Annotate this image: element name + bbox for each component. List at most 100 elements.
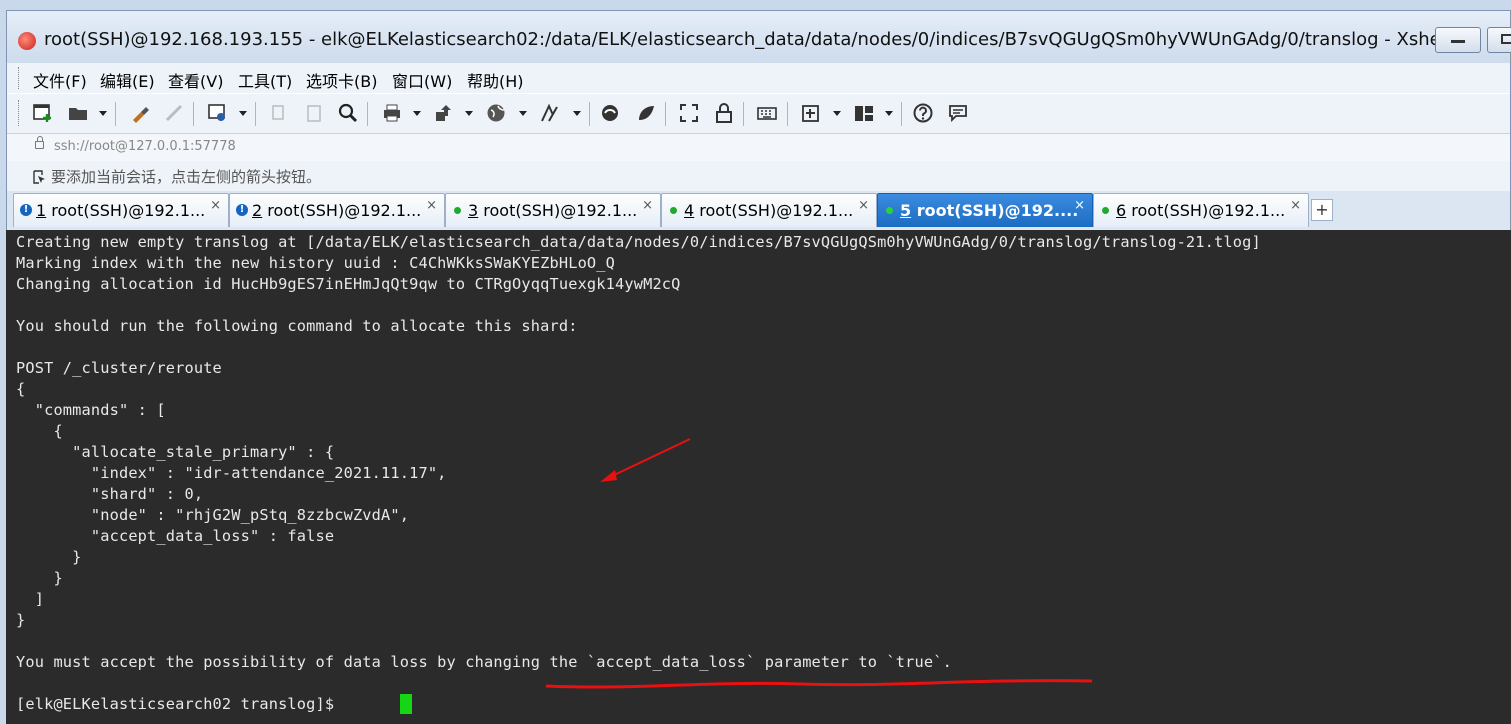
xftp-icon[interactable]	[599, 102, 621, 124]
tab-session-3[interactable]: 3 root(SSH)@192.1... ×	[445, 193, 661, 227]
menu-tab[interactable]: 选项卡(B)	[306, 68, 377, 92]
tab-close-icon[interactable]: ×	[426, 198, 437, 213]
add-session-arrow-icon[interactable]	[32, 170, 46, 184]
menu-edit[interactable]: 编辑(E)	[100, 68, 155, 92]
connected-status-icon	[1102, 207, 1109, 214]
new-tab-button[interactable]: +	[1311, 199, 1333, 221]
terminal-cursor	[400, 694, 412, 714]
tab-close-icon[interactable]: ×	[210, 198, 221, 213]
properties-icon[interactable]	[207, 102, 229, 124]
minimize-button[interactable]	[1435, 27, 1481, 53]
terminal-line: {	[16, 422, 63, 440]
terminal-line: }	[16, 611, 26, 629]
paste-icon[interactable]	[303, 102, 325, 124]
toolbar-separator	[255, 102, 256, 126]
terminal-line: Creating new empty translog at [/data/EL…	[16, 233, 1261, 251]
keyboard-icon[interactable]	[756, 102, 778, 124]
transfer-icon[interactable]	[433, 102, 455, 124]
terminal-line: {	[16, 380, 26, 398]
tab-label: 4 root(SSH)@192.1...	[684, 201, 853, 220]
toolbar-separator	[787, 102, 788, 126]
tab-session-1[interactable]: ! 1 root(SSH)@192.1... ×	[13, 193, 229, 227]
xagent-icon[interactable]	[635, 102, 657, 124]
transfer-dropdown-chevron-icon[interactable]	[465, 111, 473, 116]
terminal-line: "allocate_stale_primary" : {	[16, 443, 335, 461]
terminal-line: }	[16, 569, 63, 587]
title-bar: root(SSH)@192.168.193.155 - elk@ELKelast…	[7, 11, 1511, 63]
menu-bar: 文件(F) 编辑(E) 查看(V) 工具(T) 选项卡(B) 窗口(W) 帮助(…	[7, 63, 1510, 93]
add-session-dropdown-chevron-icon[interactable]	[833, 111, 841, 116]
globe-dropdown-chevron-icon[interactable]	[519, 111, 527, 116]
terminal-line: You should run the following command to …	[16, 317, 578, 335]
tab-session-2[interactable]: ! 2 root(SSH)@192.1... ×	[229, 193, 445, 227]
menu-view[interactable]: 查看(V)	[168, 68, 223, 92]
font-dropdown-chevron-icon[interactable]	[573, 111, 581, 116]
xshell-app-icon	[18, 32, 36, 50]
tab-session-4[interactable]: 4 root(SSH)@192.1... ×	[661, 193, 877, 227]
tab-close-icon[interactable]: ×	[1074, 198, 1085, 213]
terminal-line: POST /_cluster/reroute	[16, 359, 222, 377]
terminal-line: Marking index with the new history uuid …	[16, 254, 616, 272]
properties-dropdown-chevron-icon[interactable]	[239, 111, 247, 116]
terminal-prompt: [elk@ELKelasticsearch02 translog]$	[16, 695, 344, 713]
tab-title: root(SSH)@192.1...	[1131, 201, 1286, 220]
new-session-icon[interactable]	[32, 102, 54, 124]
terminal-line: "node" : "rhjG2W_pStq_8zzbcwZvdA",	[16, 506, 410, 524]
toolbar	[7, 93, 1510, 134]
disconnect-icon[interactable]	[163, 102, 185, 124]
tab-number: 3	[468, 201, 479, 220]
toolbar-grip	[18, 100, 22, 126]
terminal-line: ]	[16, 590, 45, 608]
tab-bar: ! 1 root(SSH)@192.1... × ! 2 root(SSH)@1…	[7, 191, 1510, 229]
terminal-line: "shard" : 0,	[16, 485, 204, 503]
tab-close-icon[interactable]: ×	[1290, 198, 1301, 213]
globe-icon[interactable]	[485, 102, 507, 124]
tab-label: 1 root(SSH)@192.1...	[36, 201, 205, 220]
maximize-button[interactable]	[1487, 27, 1511, 53]
menu-help[interactable]: 帮助(H)	[467, 68, 524, 92]
tab-session-5-active[interactable]: 5 root(SSH)@192.... ×	[877, 193, 1093, 227]
tab-number: 5	[900, 201, 912, 220]
toolbar-separator	[115, 102, 116, 126]
help-icon[interactable]	[912, 102, 934, 124]
tab-session-6[interactable]: 6 root(SSH)@192.1... ×	[1093, 193, 1309, 227]
chat-icon[interactable]	[947, 102, 969, 124]
font-icon[interactable]	[539, 102, 561, 124]
tab-close-icon[interactable]: ×	[642, 198, 653, 213]
tab-title: root(SSH)@192.1...	[51, 201, 206, 220]
find-icon[interactable]	[337, 102, 359, 124]
tab-title: root(SSH)@192.1...	[699, 201, 854, 220]
add-session-icon[interactable]	[800, 102, 822, 124]
layout-icon[interactable]	[853, 102, 875, 124]
layout-dropdown-chevron-icon[interactable]	[885, 111, 893, 116]
menu-grip	[18, 67, 22, 89]
tab-number: 4	[684, 201, 695, 220]
address-text[interactable]: ssh://root@127.0.0.1:57778	[54, 139, 236, 154]
menu-file[interactable]: 文件(F)	[33, 68, 87, 92]
tab-title: root(SSH)@192.1...	[267, 201, 422, 220]
tab-number: 2	[252, 201, 263, 220]
connected-status-icon	[454, 207, 461, 214]
print-icon[interactable]	[381, 102, 403, 124]
terminal-line: Changing allocation id HucHb9gES7inEHmJq…	[16, 275, 681, 293]
window-title: root(SSH)@192.168.193.155 - elk@ELKelast…	[44, 29, 1468, 50]
reconnect-icon[interactable]	[129, 102, 151, 124]
session-hint-bar: 要添加当前会话，点击左侧的箭头按钮。	[7, 161, 1510, 191]
open-dropdown-chevron-icon[interactable]	[99, 111, 107, 116]
tab-number: 1	[36, 201, 47, 220]
fullscreen-icon[interactable]	[678, 102, 700, 124]
lock-screen-icon[interactable]	[713, 102, 735, 124]
hint-text: 要添加当前会话，点击左侧的箭头按钮。	[51, 168, 322, 186]
tab-close-icon[interactable]: ×	[858, 198, 869, 213]
terminal-line: You must accept the possibility of data …	[16, 653, 952, 671]
toolbar-separator	[193, 102, 194, 126]
print-dropdown-chevron-icon[interactable]	[413, 111, 421, 116]
terminal-output[interactable]: Creating new empty translog at [/data/EL…	[6, 230, 1511, 724]
address-bar[interactable]: ssh://root@127.0.0.1:57778	[7, 133, 1510, 163]
lock-icon	[35, 136, 44, 149]
menu-window[interactable]: 窗口(W)	[392, 68, 452, 92]
menu-tools[interactable]: 工具(T)	[238, 68, 292, 92]
toolbar-separator	[743, 102, 744, 126]
open-folder-icon[interactable]	[67, 102, 89, 124]
copy-icon[interactable]	[269, 102, 291, 124]
